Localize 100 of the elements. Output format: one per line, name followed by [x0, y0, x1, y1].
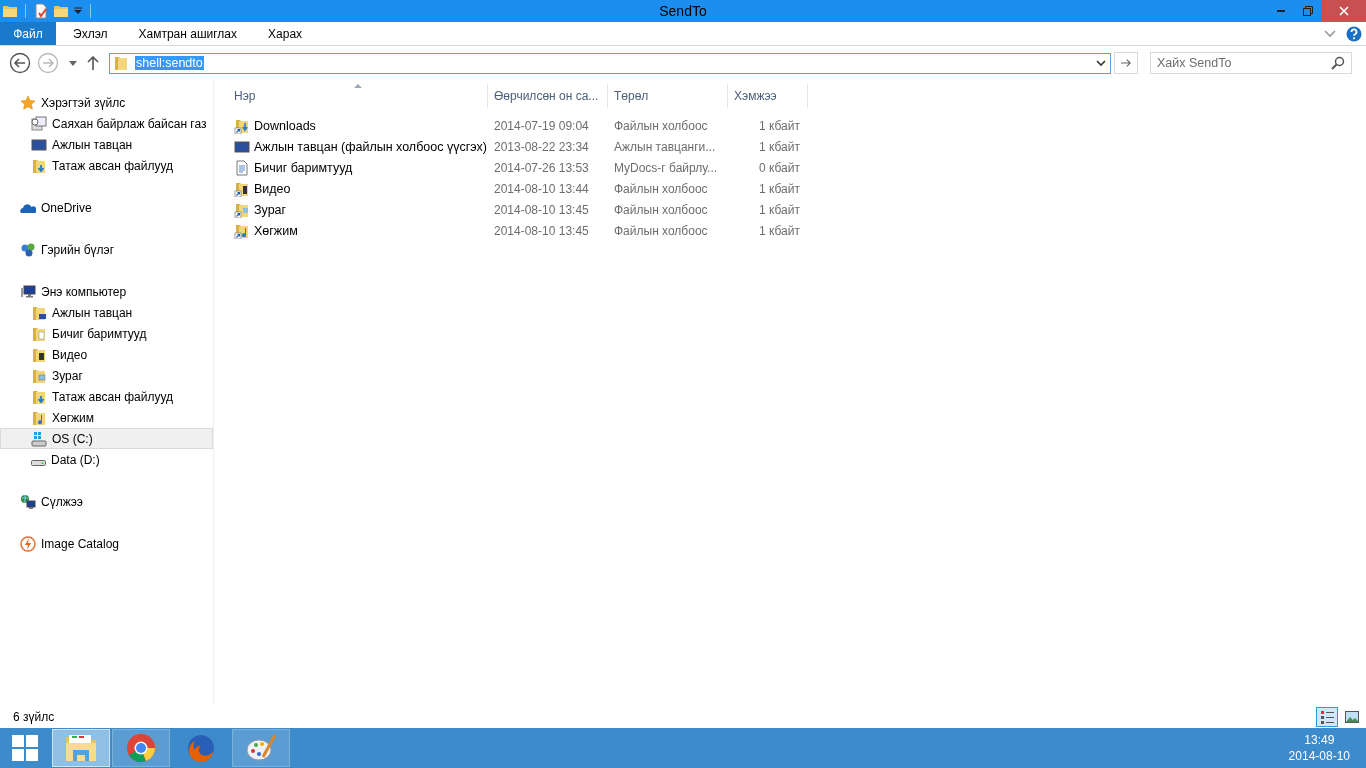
size-cell-text: 0 кбайт: [758, 159, 801, 177]
folder-shortcut-icon: [234, 222, 250, 239]
sort-ascending-icon: [353, 84, 362, 88]
taskbar-app-button[interactable]: [232, 729, 290, 767]
homegroup-icon: [20, 241, 36, 258]
type-cell-text: Файлын холбоос: [613, 201, 709, 219]
date-cell-text: 2014-08-10 13:44: [493, 180, 590, 198]
window-title: SendTo: [659, 3, 707, 19]
size-cell-text: 1 кбайт: [758, 138, 801, 156]
lightning-icon: [20, 535, 36, 552]
sidebar-item[interactable]: Хөгжим: [0, 407, 213, 428]
file-name-cell[interactable]: Хөгжим: [228, 220, 488, 241]
sidebar-item[interactable]: Ажлын тавцан: [0, 134, 213, 155]
browser-icon: [126, 733, 156, 763]
folder-icon: [31, 304, 47, 321]
date-cell-text: 2014-08-10 13:45: [493, 222, 590, 240]
sidebar-item[interactable]: Гэрийн бүлэг: [0, 239, 213, 260]
monitor-icon: [234, 138, 250, 155]
sidebar-item[interactable]: Data (D:): [0, 449, 213, 470]
details-view-button[interactable]: [1316, 707, 1338, 727]
size-cell-text: 1 кбайт: [758, 201, 801, 219]
sidebar-item[interactable]: Татаж авсан файлууд: [0, 386, 213, 407]
up-arrow-icon[interactable]: [87, 56, 99, 70]
monitor-icon: [31, 136, 47, 153]
arrow-right-icon: [1121, 58, 1131, 68]
size-cell-text: 1 кбайт: [758, 222, 801, 240]
restore-icon: [1301, 5, 1314, 17]
help-icon[interactable]: [1346, 25, 1362, 42]
sidebar-item[interactable]: Зураг: [0, 365, 213, 386]
type-cell-text: Файлын холбоос: [613, 222, 709, 240]
close-button[interactable]: [1321, 0, 1366, 22]
date-cell-text: 2014-07-26 13:53: [493, 159, 590, 177]
folder-shortcut-icon: [234, 117, 250, 134]
type-cell-text: Файлын холбоос: [613, 117, 709, 135]
sidebar-item[interactable]: Энэ компьютер: [0, 281, 213, 302]
clock-date: 2014-08-10: [1288, 748, 1350, 764]
recent-locations-caret-icon[interactable]: [69, 60, 77, 66]
folder-icon[interactable]: [2, 3, 18, 19]
sidebar-item[interactable]: Бичиг баримтууд: [0, 323, 213, 344]
recent-places-icon: [31, 115, 47, 132]
new-folder-icon[interactable]: [53, 3, 69, 19]
search-icon[interactable]: [1331, 56, 1345, 70]
network-icon: [20, 493, 36, 510]
date-cell-text: 2014-07-19 09:04: [493, 117, 590, 135]
windows-drive-icon: [31, 430, 47, 447]
folder-icon: [31, 367, 47, 384]
properties-icon[interactable]: [33, 3, 49, 19]
item-count: 6 зүйлс: [13, 710, 55, 724]
type-cell-text: Ажлын тавцанги...: [613, 138, 717, 156]
sidebar-item[interactable]: Image Catalog: [0, 533, 213, 554]
file-name-cell[interactable]: Зураг: [228, 199, 488, 220]
sidebar-item[interactable]: OneDrive: [0, 197, 213, 218]
column-header[interactable]: Хэмжээ: [728, 84, 808, 108]
size-cell-text: 1 кбайт: [758, 180, 801, 198]
ribbon-tab[interactable]: Эхлэл: [59, 26, 122, 41]
column-header[interactable]: Нэр: [228, 84, 488, 108]
folder-icon: [31, 346, 47, 363]
sidebar-item[interactable]: OS (C:): [0, 428, 213, 449]
ribbon-tab[interactable]: Харах: [254, 26, 317, 41]
search-field[interactable]: Хайх SendTo: [1150, 52, 1352, 74]
folder-icon: [31, 409, 47, 426]
address-text: shell:sendto: [135, 56, 204, 70]
star-icon: [20, 94, 36, 111]
sidebar-item[interactable]: Саяхан байрлаж байсан газ: [0, 113, 213, 134]
sidebar-item[interactable]: Хэрэгтэй зүйлс: [0, 92, 213, 113]
column-header[interactable]: Төрөл: [608, 84, 728, 108]
sidebar-item[interactable]: Татаж авсан файлууд: [0, 155, 213, 176]
dropdown-caret-icon[interactable]: [1095, 59, 1107, 67]
minimize-icon: [1276, 10, 1285, 12]
computer-icon: [20, 283, 36, 300]
fox-browser-icon: [186, 733, 216, 763]
palette-icon: [245, 733, 277, 763]
column-header[interactable]: Өөрчилсөн он са...: [488, 84, 608, 108]
document-icon: [234, 159, 250, 176]
type-cell-text: MyDocs-г байрлу...: [613, 159, 719, 177]
sidebar-item[interactable]: Видео: [0, 344, 213, 365]
folder-icon: [31, 157, 47, 174]
customize-caret-icon[interactable]: [73, 6, 83, 16]
sidebar-item[interactable]: Ажлын тавцан: [0, 302, 213, 323]
type-cell-text: Файлын холбоос: [613, 180, 709, 198]
taskbar-app-button[interactable]: [112, 729, 170, 767]
file-name-cell[interactable]: Видео: [228, 178, 488, 199]
sidebar-item[interactable]: Сүлжээ: [0, 491, 213, 512]
date-cell-text: 2014-08-10 13:45: [493, 201, 590, 219]
windows-logo-icon: [12, 735, 38, 761]
drive-icon: [31, 459, 46, 466]
file-menu-button[interactable]: Файл: [0, 22, 56, 45]
ribbon-tab[interactable]: Хамтран ашиглах: [124, 26, 252, 41]
file-name-cell[interactable]: Бичиг баримтууд: [228, 157, 488, 178]
date-cell-text: 2013-08-22 23:34: [493, 138, 590, 156]
folder-icon: [31, 325, 47, 342]
clock-time: 13:49: [1304, 732, 1335, 748]
expand-ribbon-icon[interactable]: [1324, 29, 1336, 38]
back-icon[interactable]: [9, 52, 31, 74]
file-name-cell[interactable]: Ажлын тавцан (файлын холбоос үүсгэх): [228, 136, 488, 157]
folder-shortcut-icon: [234, 180, 250, 197]
file-name-cell[interactable]: Downloads: [228, 115, 488, 136]
folder-icon: [31, 388, 47, 405]
close-icon: [1338, 6, 1349, 16]
folder-shortcut-icon: [234, 201, 250, 218]
